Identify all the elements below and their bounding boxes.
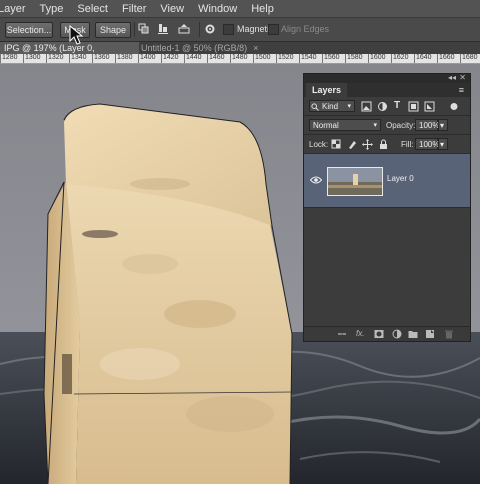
ruler-tick: 1580 — [345, 54, 363, 63]
tab-label: Untitled-1 @ 50% (RGB/8) — [141, 43, 248, 53]
filter-toggle-icon[interactable] — [450, 101, 458, 112]
layer-thumbnail-image — [328, 168, 382, 195]
fill-label: Fill: — [401, 140, 414, 149]
lock-transparent-icon[interactable] — [331, 139, 342, 150]
pixel-layer-filter-icon[interactable] — [361, 101, 372, 112]
eye-visibility-icon[interactable] — [310, 175, 322, 185]
link-layers-icon[interactable] — [337, 329, 347, 339]
chevron-down-icon: ▾ — [440, 121, 445, 130]
ruler-tick: 1640 — [414, 54, 432, 63]
layers-panel: ◂◂ ✕ Layers ≡ Kind ▾ T Normal ▾ Opacity:… — [303, 73, 471, 342]
fill-value: 100% — [419, 140, 440, 149]
menu-view[interactable]: View — [160, 3, 184, 15]
ruler-tick: 1440 — [184, 54, 202, 63]
menu-bar: Layer Type Select Filter View Window Hel… — [0, 0, 480, 18]
trash-icon[interactable] — [444, 329, 454, 339]
lock-row: Lock: Fill: 100% ▾ — [304, 135, 470, 154]
selection-button[interactable]: Selection... — [5, 22, 53, 38]
horizontal-ruler: 1280 1300 1320 1340 1360 1380 1400 1420 … — [0, 54, 480, 64]
menu-layer[interactable]: Layer — [0, 3, 26, 15]
layer-filter-row: Kind ▾ T — [304, 97, 470, 116]
smart-object-filter-icon[interactable] — [424, 101, 435, 112]
tab-layers[interactable]: Layers — [306, 83, 348, 97]
panel-menu-icon[interactable]: ≡ — [459, 85, 464, 95]
magnetic-checkbox[interactable] — [223, 24, 234, 35]
distribute-icon[interactable] — [178, 23, 190, 35]
align-edges-label: Align Edges — [281, 24, 330, 34]
align-edges-checkbox[interactable] — [268, 24, 279, 35]
lock-pixels-icon[interactable] — [347, 139, 358, 150]
ruler-tick: 1520 — [276, 54, 294, 63]
ruler-tick: 1340 — [69, 54, 87, 63]
ruler-tick: 1380 — [115, 54, 133, 63]
type-layer-filter-icon[interactable]: T — [394, 100, 400, 111]
chevron-down-icon: ▾ — [347, 103, 351, 110]
layer-thumbnail — [327, 167, 383, 196]
panel-header-strip: ◂◂ ✕ — [304, 73, 470, 83]
collapse-panel-icon[interactable]: ◂◂ — [448, 73, 456, 82]
menu-type[interactable]: Type — [40, 3, 64, 15]
options-divider — [199, 22, 200, 37]
ruler-tick: 1360 — [92, 54, 110, 63]
shape-layer-filter-icon[interactable] — [408, 101, 419, 112]
blend-mode-value: Normal — [313, 121, 339, 130]
layer-name[interactable]: Layer 0 — [387, 174, 414, 183]
ruler-tick: 1660 — [437, 54, 455, 63]
adjustment-layer-filter-icon[interactable] — [377, 101, 388, 112]
ruler-tick: 1280 — [0, 54, 18, 63]
ruler-tick: 1400 — [138, 54, 156, 63]
adjustment-icon[interactable] — [392, 329, 402, 339]
panel-tab-row: Layers ≡ — [304, 83, 470, 97]
fx-icon[interactable]: fx. — [356, 329, 364, 338]
lock-position-icon[interactable] — [362, 139, 373, 150]
ruler-tick: 1680 — [460, 54, 478, 63]
lock-all-icon[interactable] — [378, 139, 389, 150]
opacity-field[interactable]: 100% — [415, 119, 440, 131]
ruler-tick: 1300 — [23, 54, 41, 63]
ruler-tick: 1460 — [207, 54, 225, 63]
pointer-cursor-icon — [69, 24, 84, 45]
blend-mode-row: Normal ▾ Opacity: 100% ▾ — [304, 116, 470, 135]
chevron-down-icon: ▾ — [440, 140, 445, 149]
search-icon — [311, 103, 319, 111]
add-mask-icon[interactable] — [374, 329, 384, 339]
shape-button[interactable]: Shape — [95, 22, 131, 38]
opacity-dropdown[interactable]: ▾ — [438, 119, 448, 131]
menu-window[interactable]: Window — [198, 3, 237, 15]
options-divider — [134, 22, 135, 37]
ruler-tick: 1560 — [322, 54, 340, 63]
fill-dropdown[interactable]: ▾ — [438, 138, 448, 150]
blend-mode-select[interactable]: Normal ▾ — [309, 119, 381, 131]
ruler-tick: 1600 — [368, 54, 386, 63]
gear-icon[interactable] — [204, 23, 216, 35]
layer-row-layer-0[interactable]: Layer 0 — [304, 154, 470, 208]
tab-document-untitled[interactable]: Untitled-1 @ 50% (RGB/8) × — [137, 42, 275, 54]
opacity-label: Opacity: — [386, 121, 416, 130]
ruler-tick: 1500 — [253, 54, 271, 63]
ruler-tick: 1320 — [46, 54, 64, 63]
ruler-tick: 1540 — [299, 54, 317, 63]
menu-select[interactable]: Select — [77, 3, 108, 15]
panel-footer: fx. — [304, 326, 470, 341]
ruler-tick: 1420 — [161, 54, 179, 63]
group-folder-icon[interactable] — [408, 329, 418, 339]
align-icon[interactable] — [157, 23, 169, 35]
new-layer-icon[interactable] — [425, 329, 435, 339]
ruler-tick: 1480 — [230, 54, 248, 63]
ruler-tick: 1620 — [391, 54, 409, 63]
lock-label: Lock: — [309, 140, 329, 149]
chevron-down-icon: ▾ — [373, 122, 377, 129]
menu-filter[interactable]: Filter — [122, 3, 146, 15]
close-panel-icon[interactable]: ✕ — [459, 73, 466, 82]
close-icon[interactable]: × — [253, 43, 258, 53]
filter-kind-value: Kind — [322, 102, 339, 111]
opacity-value: 100% — [419, 121, 440, 130]
fill-field[interactable]: 100% — [415, 138, 440, 150]
menu-help[interactable]: Help — [251, 3, 274, 15]
arrange-icon[interactable] — [138, 23, 150, 35]
